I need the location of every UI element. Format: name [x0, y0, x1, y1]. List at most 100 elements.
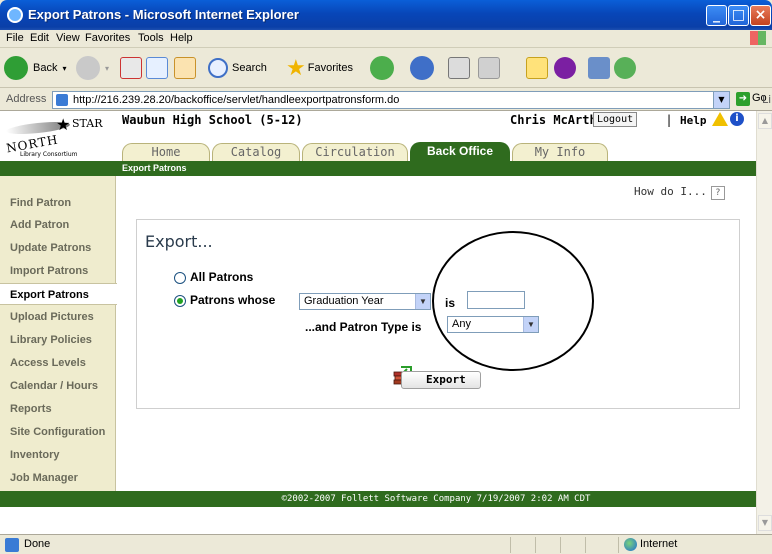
footer: ©2002-2007 Follett Software Company 7/19… [116, 491, 756, 507]
sidebar-item-inventory[interactable]: Inventory [0, 444, 115, 466]
stop-icon [120, 57, 142, 79]
forward-button[interactable]: ▾ [76, 54, 109, 82]
patrons-whose-radio[interactable] [174, 295, 186, 307]
chevron-down-icon: ▾ [62, 63, 67, 73]
logo-star-word: STAR [72, 117, 103, 130]
menu-favorites[interactable]: Favorites [85, 32, 130, 44]
tab-back-office[interactable]: Back Office [410, 142, 510, 161]
scroll-up-icon[interactable]: ▲ [758, 113, 772, 129]
patrons-whose-label: Patrons whose [190, 293, 276, 307]
sidebar-item-update-patrons[interactable]: Update Patrons [0, 237, 115, 259]
menu-help[interactable]: Help [170, 32, 193, 44]
chevron-down-icon: ▾ [105, 63, 110, 73]
note-icon [526, 57, 548, 79]
security-zone: Internet [640, 538, 678, 550]
menu-edit[interactable]: Edit [30, 32, 49, 44]
scroll-down-icon[interactable]: ▼ [758, 515, 772, 531]
info-icon[interactable]: i [730, 112, 744, 126]
page-viewport: ★ NORTH STAR Library Consortium Waubun H… [0, 111, 756, 534]
sidebar-item-access-levels[interactable]: Access Levels [0, 352, 115, 374]
toolbar: Back ▾ ▾ Search ★ Favorites [0, 48, 772, 88]
breadcrumb: Export Patrons [122, 163, 187, 173]
menu-view[interactable]: View [56, 32, 80, 44]
ie-logo-icon [7, 7, 23, 23]
vertical-scrollbar[interactable]: ▲ ▼ [756, 111, 772, 534]
sidebar-item-export-patrons[interactable]: Export Patrons [0, 283, 117, 305]
messenger-button[interactable] [614, 54, 636, 82]
minimize-button[interactable]: _ [706, 5, 727, 26]
links-button[interactable]: Links [762, 93, 772, 106]
search-button[interactable]: Search [208, 54, 267, 82]
home-button[interactable] [174, 54, 196, 82]
history-button[interactable] [370, 54, 394, 82]
refresh-icon [146, 57, 168, 79]
note-button[interactable] [526, 54, 548, 82]
sidebar-item-job-manager[interactable]: Job Manager [0, 467, 115, 489]
maximize-button[interactable]: □ [728, 5, 749, 26]
annotation-circle [432, 231, 594, 371]
research-button[interactable] [588, 54, 610, 82]
address-bar: Address http://216.239.28.20/backoffice/… [0, 89, 772, 111]
windows-logo-icon [750, 31, 766, 45]
tab-catalog[interactable]: Catalog [212, 143, 300, 161]
logo-consortium: Library Consortium [20, 151, 78, 158]
footer-left [0, 491, 116, 507]
chevron-down-icon[interactable]: ▼ [713, 92, 729, 108]
sidebar-item-reports[interactable]: Reports [0, 398, 115, 420]
help-link[interactable]: Help [680, 114, 707, 127]
print-button[interactable] [448, 54, 470, 82]
header-separator: | [667, 113, 672, 127]
go-arrow-icon: ➜ [736, 92, 750, 106]
star-icon: ★ [286, 55, 306, 80]
tab-home[interactable]: Home [122, 143, 210, 161]
status-divider [560, 537, 561, 553]
back-button[interactable]: Back ▾ [4, 54, 66, 82]
field-select[interactable]: Graduation Year ▼ [299, 293, 431, 310]
mail-button[interactable] [410, 54, 434, 82]
refresh-button[interactable] [146, 54, 168, 82]
edit-button[interactable] [478, 54, 500, 82]
all-patrons-label: All Patrons [190, 270, 254, 284]
print-icon [448, 57, 470, 79]
tab-circulation[interactable]: Circulation [302, 143, 408, 161]
stop-button[interactable] [120, 54, 142, 82]
back-arrow-icon [4, 56, 28, 80]
url-field[interactable]: http://216.239.28.20/backoffice/servlet/… [52, 91, 730, 109]
page-icon [56, 94, 68, 106]
warning-icon[interactable] [712, 112, 728, 126]
sidebar-item-import-patrons[interactable]: Import Patrons [0, 260, 115, 282]
all-patrons-radio[interactable] [174, 272, 186, 284]
edit-icon [478, 57, 500, 79]
sidebar-item-add-patron[interactable]: Add Patron [0, 214, 115, 236]
sidebar-item-site-configuration[interactable]: Site Configuration [0, 421, 115, 443]
close-button[interactable]: × [750, 5, 771, 26]
logout-button[interactable]: Logout [593, 112, 638, 127]
sidebar-item-library-policies[interactable]: Library Policies [0, 329, 115, 351]
status-text: Done [24, 538, 51, 550]
address-label: Address [6, 93, 47, 105]
forward-arrow-icon [76, 56, 100, 80]
sidebar-item-calendar-hours[interactable]: Calendar / Hours [0, 375, 115, 397]
school-name: Waubun High School (5-12) [122, 113, 303, 127]
tab-my-info[interactable]: My Info [512, 143, 608, 161]
sidebar-item-find-patron[interactable]: Find Patron [0, 192, 115, 214]
status-divider [618, 537, 619, 553]
menu-file[interactable]: File [6, 32, 24, 44]
favorites-button[interactable]: ★ Favorites [286, 54, 353, 82]
research-icon [588, 57, 610, 79]
export-button[interactable]: Export [401, 371, 481, 389]
page-done-icon [5, 538, 19, 552]
star-icon: ★ [56, 115, 71, 134]
panel-title: Export... [145, 232, 213, 251]
how-do-i-link[interactable]: How do I...? [634, 185, 725, 200]
title-bar: Export Patrons - Microsoft Internet Expl… [0, 0, 772, 30]
breadcrumb-bar: Export Patrons [0, 161, 756, 176]
mail-icon [410, 56, 434, 80]
yahoo-button[interactable] [554, 54, 576, 82]
menu-tools[interactable]: Tools [138, 32, 164, 44]
status-divider [535, 537, 536, 553]
sidebar-item-upload-pictures[interactable]: Upload Pictures [0, 306, 115, 328]
window-title: Export Patrons - Microsoft Internet Expl… [28, 7, 299, 22]
sidebar: Find Patron Add Patron Update Patrons Im… [0, 176, 117, 491]
chevron-down-icon: ▼ [415, 294, 430, 309]
